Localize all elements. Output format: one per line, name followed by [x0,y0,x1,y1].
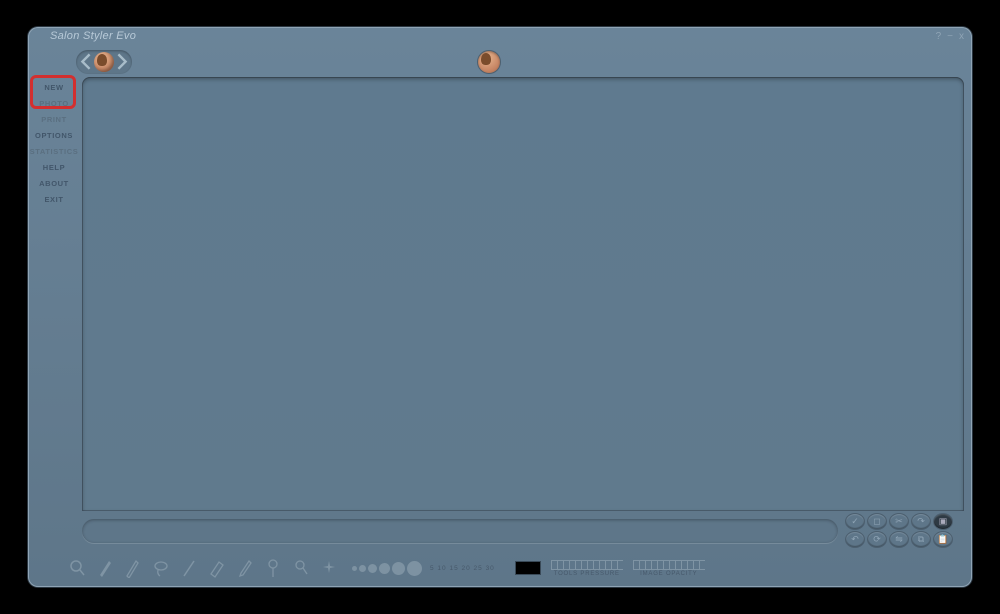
workspace-canvas[interactable] [82,77,964,511]
cut-icon[interactable]: ✂ [890,514,908,529]
copy-icon[interactable]: ⧉ [912,532,930,547]
window-controls: ? − x [936,31,964,42]
opacity-track[interactable] [633,560,705,570]
opacity-label: IMAGE OPACITY [640,571,697,577]
brush-size-selector[interactable] [352,561,422,576]
line-icon[interactable] [180,556,198,580]
pressure-track[interactable] [551,560,623,570]
model-avatar[interactable] [94,52,114,72]
lasso-icon[interactable] [152,556,170,580]
toolbar: 5 10 15 20 25 30 TOOLS PRESSURE IMAGE OP… [68,553,962,583]
gradient-icon[interactable] [264,556,282,580]
action-buttons: ✓ ◻ ✂ ↷ ▣ ↶ ⟳ ⇋ ⧉ 📋 [846,514,964,548]
sparkle-icon[interactable] [320,556,338,580]
size-dot-5[interactable] [352,566,357,571]
undo-icon[interactable]: ↶ [846,532,864,547]
redo-icon[interactable]: ↷ [912,514,930,529]
titlebar: Salon Styler Evo ? − x [28,27,972,45]
size-dot-10[interactable] [359,565,366,572]
sidemenu-about[interactable]: ABOUT [28,175,80,191]
size-dot-25[interactable] [392,562,405,575]
size-dot-15[interactable] [368,564,377,573]
flip-icon[interactable]: ⇋ [890,532,908,547]
sidemenu-new[interactable]: NEW [28,79,80,95]
pencil-icon[interactable] [124,556,142,580]
check-icon[interactable]: ✓ [846,514,864,529]
topbar [76,47,962,77]
app-frame: Salon Styler Evo ? − x NEW PHOTO PRINT O… [28,27,972,587]
brush-size-scale: 5 10 15 20 25 30 [430,565,495,572]
image-opacity-slider[interactable]: IMAGE OPACITY [633,560,705,577]
close-button[interactable]: x [959,31,964,42]
sidemenu-photo[interactable]: PHOTO [28,95,80,111]
size-dot-20[interactable] [379,563,390,574]
zoom2-icon[interactable] [292,556,310,580]
app-title: Salon Styler Evo [50,30,136,42]
size-dot-30[interactable] [407,561,422,576]
model-nav [76,50,132,74]
pressure-label: TOOLS PRESSURE [554,571,620,577]
layers-icon[interactable]: ▣ [934,514,952,529]
help-button[interactable]: ? [936,31,942,42]
prev-model-button[interactable] [80,53,92,71]
next-model-button[interactable] [116,53,128,71]
sidemenu-options[interactable]: OPTIONS [28,127,80,143]
zoom-icon[interactable] [68,556,86,580]
brush-icon[interactable] [96,556,114,580]
color-swatch[interactable] [515,561,541,575]
info-strip: ✓ ◻ ✂ ↷ ▣ ↶ ⟳ ⇋ ⧉ 📋 [82,513,964,549]
current-model-avatar[interactable] [478,51,500,73]
eyedropper-icon[interactable] [236,556,254,580]
eraser-icon[interactable] [208,556,226,580]
info-bar [82,519,838,543]
sidemenu-statistics[interactable]: STATISTICS [28,143,80,159]
tools-pressure-slider[interactable]: TOOLS PRESSURE [551,560,623,577]
sidemenu-help[interactable]: HELP [28,159,80,175]
paste-icon[interactable]: 📋 [934,532,952,547]
sidemenu-print[interactable]: PRINT [28,111,80,127]
minimize-button[interactable]: − [947,31,953,42]
rotate-icon[interactable]: ⟳ [868,532,886,547]
crop-icon[interactable]: ◻ [868,514,886,529]
sidemenu: NEW PHOTO PRINT OPTIONS STATISTICS HELP … [28,79,80,207]
sidemenu-exit[interactable]: EXIT [28,191,80,207]
